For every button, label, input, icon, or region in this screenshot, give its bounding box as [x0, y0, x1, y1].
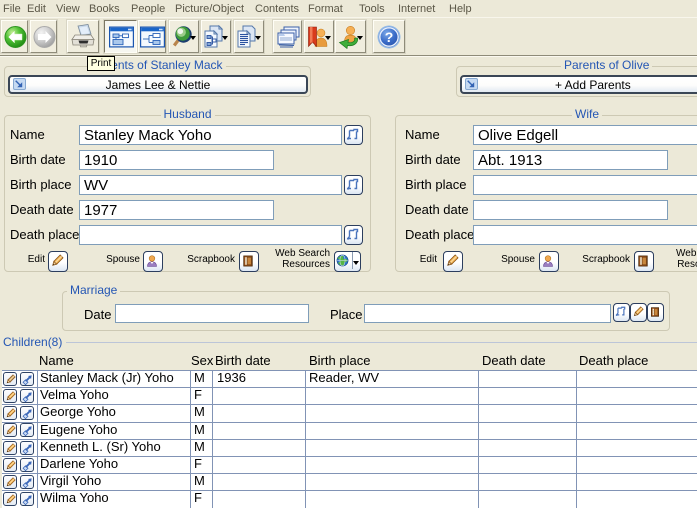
svg-text:?: ? — [385, 29, 394, 45]
